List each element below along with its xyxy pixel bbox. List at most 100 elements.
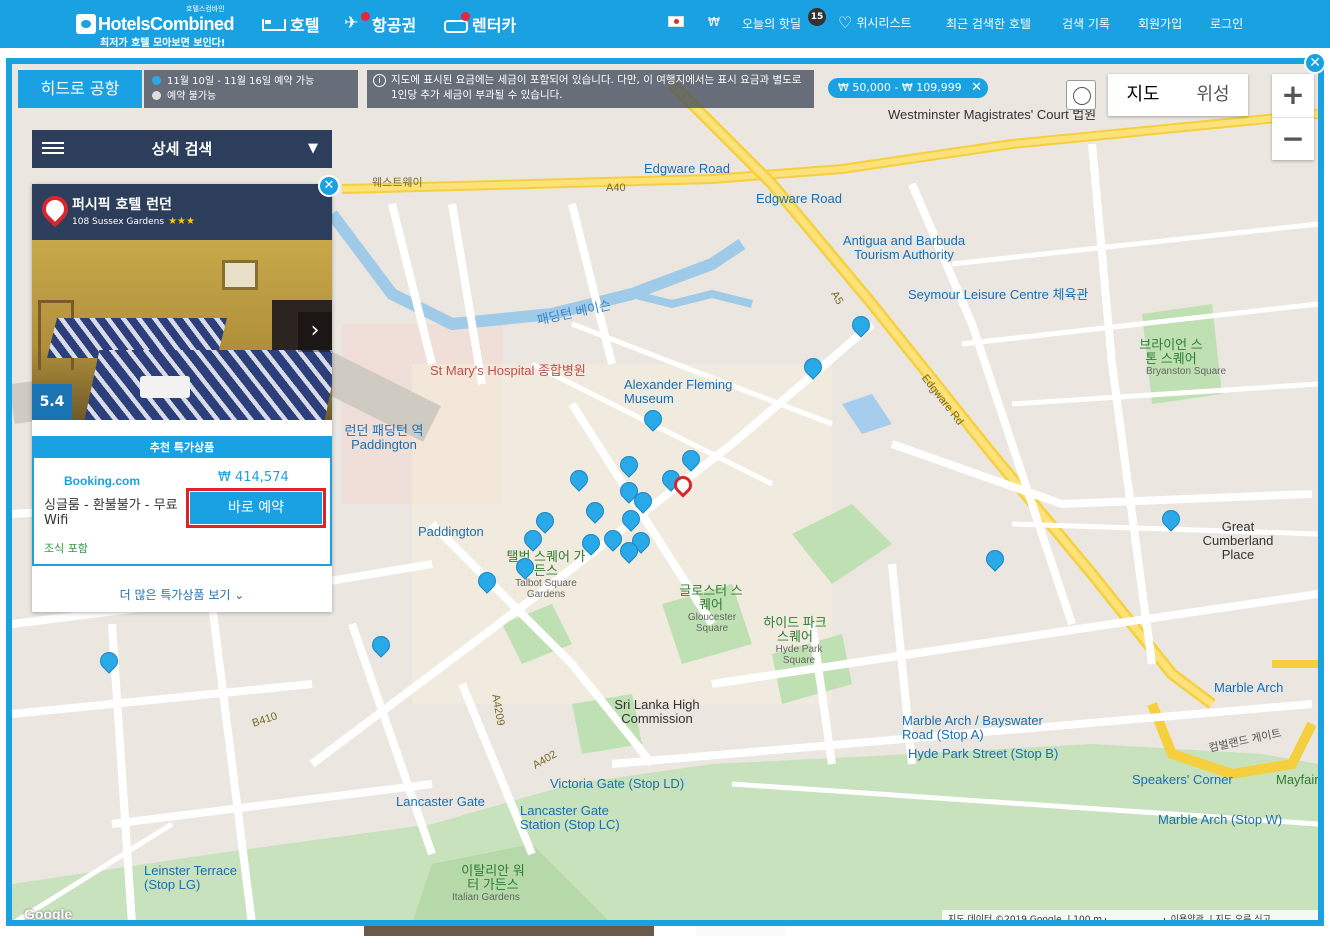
unavailable-label: 예약 불가능 bbox=[167, 91, 217, 102]
hotel-pin[interactable] bbox=[96, 648, 122, 676]
book-now-button[interactable]: 바로 예약 bbox=[190, 492, 322, 524]
hotel-pin[interactable] bbox=[616, 452, 642, 480]
report-map-error-link[interactable]: 지도 오류 신고 bbox=[1215, 915, 1270, 920]
map-label-gloucester-square: 글로스터 스퀘어 bbox=[679, 583, 743, 612]
map-label-st-marys-hospital: St Mary's Hospital 종합병원 bbox=[430, 363, 586, 378]
available-dot-icon bbox=[152, 76, 161, 85]
map-label-fleming-museum: Alexander Fleming Museum bbox=[624, 377, 733, 406]
hotel-pin[interactable] bbox=[982, 546, 1008, 574]
hotel-pin[interactable] bbox=[800, 354, 826, 382]
nav-rentalcar-label: 렌터카 bbox=[472, 16, 517, 35]
map-label-hyde-park-square: 하이드 파크 스퀘어 bbox=[763, 615, 827, 644]
map-label-edgware-road-1: Edgware Road bbox=[644, 161, 730, 176]
korea-flag-icon[interactable] bbox=[668, 16, 684, 27]
hotel-pin[interactable] bbox=[616, 538, 642, 566]
recommended-deal: 추천 특가상품 Booking.com ₩ 414,574 싱글룸 - 환불불가… bbox=[32, 436, 332, 566]
nav-flights-label: 항공권 bbox=[372, 16, 417, 35]
signup-link[interactable]: 회원가입 bbox=[1138, 15, 1182, 32]
room-description: 싱글룸 - 환불불가 - 무료 Wifi bbox=[44, 498, 178, 528]
hotel-pin[interactable] bbox=[520, 526, 546, 554]
hotel-pin[interactable] bbox=[678, 446, 704, 474]
recent-hotels-link[interactable]: 최근 검색한 호텔 bbox=[946, 15, 1031, 32]
map-label-italian-water-gardens: 이탈리안 워터 가든스 bbox=[461, 863, 525, 892]
map-label-edgware-road-2: Edgware Road bbox=[756, 191, 842, 206]
map-label-marble-arch: Marble Arch bbox=[1214, 680, 1284, 695]
map-label-sri-lanka: Sri Lanka High Commission bbox=[614, 697, 700, 726]
plane-icon bbox=[344, 12, 370, 33]
zoom-controls: + − bbox=[1272, 74, 1314, 160]
hotel-pin[interactable] bbox=[848, 312, 874, 340]
provider-name: Booking.com bbox=[64, 474, 141, 488]
info-icon: i bbox=[373, 74, 386, 87]
zoom-out-button[interactable]: − bbox=[1272, 117, 1314, 160]
deal-price[interactable]: ₩ 414,574 bbox=[218, 470, 289, 485]
login-link[interactable]: 로그인 bbox=[1210, 15, 1243, 32]
map-label-mayfair: Mayfair bbox=[1276, 772, 1319, 787]
hotelscombined-logo[interactable]: 호텔스컴바인 HotelsCombined 최저가 호텔 모아보면 보인다! bbox=[76, 5, 236, 49]
map-label-bryanston-square: 브라이언 스톤 스퀘어 bbox=[1139, 337, 1203, 366]
availability-legend: 11월 10일 - 11월 16일 예약 가능 예약 불가능 bbox=[144, 70, 358, 108]
remove-filter-icon[interactable]: ✕ bbox=[971, 80, 982, 95]
nav-rentalcar[interactable]: 렌터카 bbox=[444, 12, 516, 36]
selected-hotel-pin[interactable] bbox=[670, 472, 696, 500]
zoom-in-button[interactable]: + bbox=[1272, 74, 1314, 117]
price-filter-chip[interactable]: ₩ 50,000 - ₩ 109,999 ✕ bbox=[828, 78, 988, 98]
close-hotel-card-button[interactable]: ✕ bbox=[318, 175, 340, 197]
hotel-photo[interactable]: › 5.4 bbox=[32, 240, 332, 420]
filter-icon bbox=[42, 139, 64, 159]
detailed-search-bar[interactable]: 상세 검색 ▼ bbox=[32, 130, 332, 168]
more-deals-label: 더 많은 특가상품 보기 bbox=[119, 588, 231, 602]
map-label-paddington: Paddington bbox=[418, 524, 484, 539]
map-label-antigua: Antigua and Barbuda Tourism Authority bbox=[842, 233, 966, 262]
booking-logo: Booking.com bbox=[64, 474, 140, 488]
airport-label[interactable]: 히드로 공항 bbox=[18, 70, 142, 108]
search-history-link[interactable]: 검색 기록 bbox=[1062, 15, 1110, 32]
wishlist-link[interactable]: ♡ 위시리스트 bbox=[838, 13, 912, 32]
map-label-a40: A40 bbox=[606, 182, 626, 194]
map-label-seymour-leisure: Seymour Leisure Centre 체육관 bbox=[908, 287, 1089, 302]
map-type-map-button[interactable]: 지도 bbox=[1108, 74, 1178, 116]
hotel-pin[interactable] bbox=[512, 554, 538, 582]
chevron-down-icon: ▼ bbox=[308, 141, 318, 156]
available-label: 11월 10일 - 11월 16일 예약 가능 bbox=[167, 76, 315, 87]
hotel-pin[interactable] bbox=[1158, 506, 1184, 534]
top-navigation: 호텔스컴바인 HotelsCombined 최저가 호텔 모아보면 보인다! 호… bbox=[0, 0, 1330, 49]
deal-title: 추천 특가상품 bbox=[34, 438, 330, 458]
map-label-hyde-park-street: Hyde Park Street (Stop B) bbox=[908, 746, 1059, 761]
currency-selector[interactable]: ₩ bbox=[708, 15, 720, 29]
map-scale: 100 m bbox=[1073, 915, 1103, 925]
hotel-pin[interactable] bbox=[368, 632, 394, 660]
heart-icon: ♡ bbox=[838, 13, 853, 32]
star-rating-icon: ★★★ bbox=[168, 216, 195, 227]
logo-tagline: 최저가 호텔 모아보면 보인다! bbox=[100, 38, 226, 49]
more-deals-link[interactable]: 더 많은 특가상품 보기 ⌄ bbox=[32, 586, 332, 603]
logo-name: HotelsCombined bbox=[98, 14, 235, 34]
map-label-gloucester-square-en: Gloucester Square bbox=[687, 612, 737, 634]
map-label-victoria-gate: Victoria Gate (Stop LD) bbox=[550, 776, 685, 791]
map-label-great-cumberland: Great Cumberland Place bbox=[1202, 519, 1274, 562]
nav-flights[interactable]: 항공권 bbox=[344, 12, 416, 36]
map-container[interactable]: Westminster Magistrates' Court 법원 Edgwar… bbox=[6, 58, 1324, 926]
map-label-bryanston-square-en: Bryanston Square bbox=[1146, 366, 1227, 377]
hotel-pin[interactable] bbox=[566, 466, 592, 494]
hotel-pin[interactable] bbox=[474, 568, 500, 596]
hotel-pin[interactable] bbox=[578, 530, 604, 558]
map-label-speakers-corner: Speakers' Corner bbox=[1132, 772, 1233, 787]
close-map-button[interactable]: ✕ bbox=[1304, 52, 1326, 74]
chevron-down-icon: ⌄ bbox=[234, 588, 245, 602]
today-deals-link[interactable]: 오늘의 핫딜 bbox=[742, 15, 801, 32]
car-icon bbox=[444, 12, 470, 33]
draw-area-icon[interactable] bbox=[1066, 80, 1096, 110]
map-type-satellite-button[interactable]: 위성 bbox=[1178, 74, 1248, 116]
map-label-italian-gardens-en: Italian Gardens bbox=[452, 892, 520, 903]
map-label-westway: 웨스트웨이 bbox=[372, 177, 423, 189]
hotel-pin[interactable] bbox=[582, 498, 608, 526]
nav-hotels[interactable]: 호텔 bbox=[262, 12, 319, 36]
hotel-pin[interactable] bbox=[640, 406, 666, 434]
next-photo-icon[interactable]: › bbox=[298, 312, 332, 352]
map-attribution: 지도 데이터 ©2019 Google | 100 m 이용약관 | 지도 오류… bbox=[942, 910, 1318, 925]
hotel-card-header[interactable]: 퍼시픽 호텔 런던 108 Sussex Gardens ★★★ bbox=[32, 184, 332, 240]
terms-link[interactable]: 이용약관 bbox=[1171, 915, 1204, 920]
hotel-pin[interactable] bbox=[618, 506, 644, 534]
hotel-name[interactable]: 퍼시픽 호텔 런던 bbox=[72, 194, 172, 214]
